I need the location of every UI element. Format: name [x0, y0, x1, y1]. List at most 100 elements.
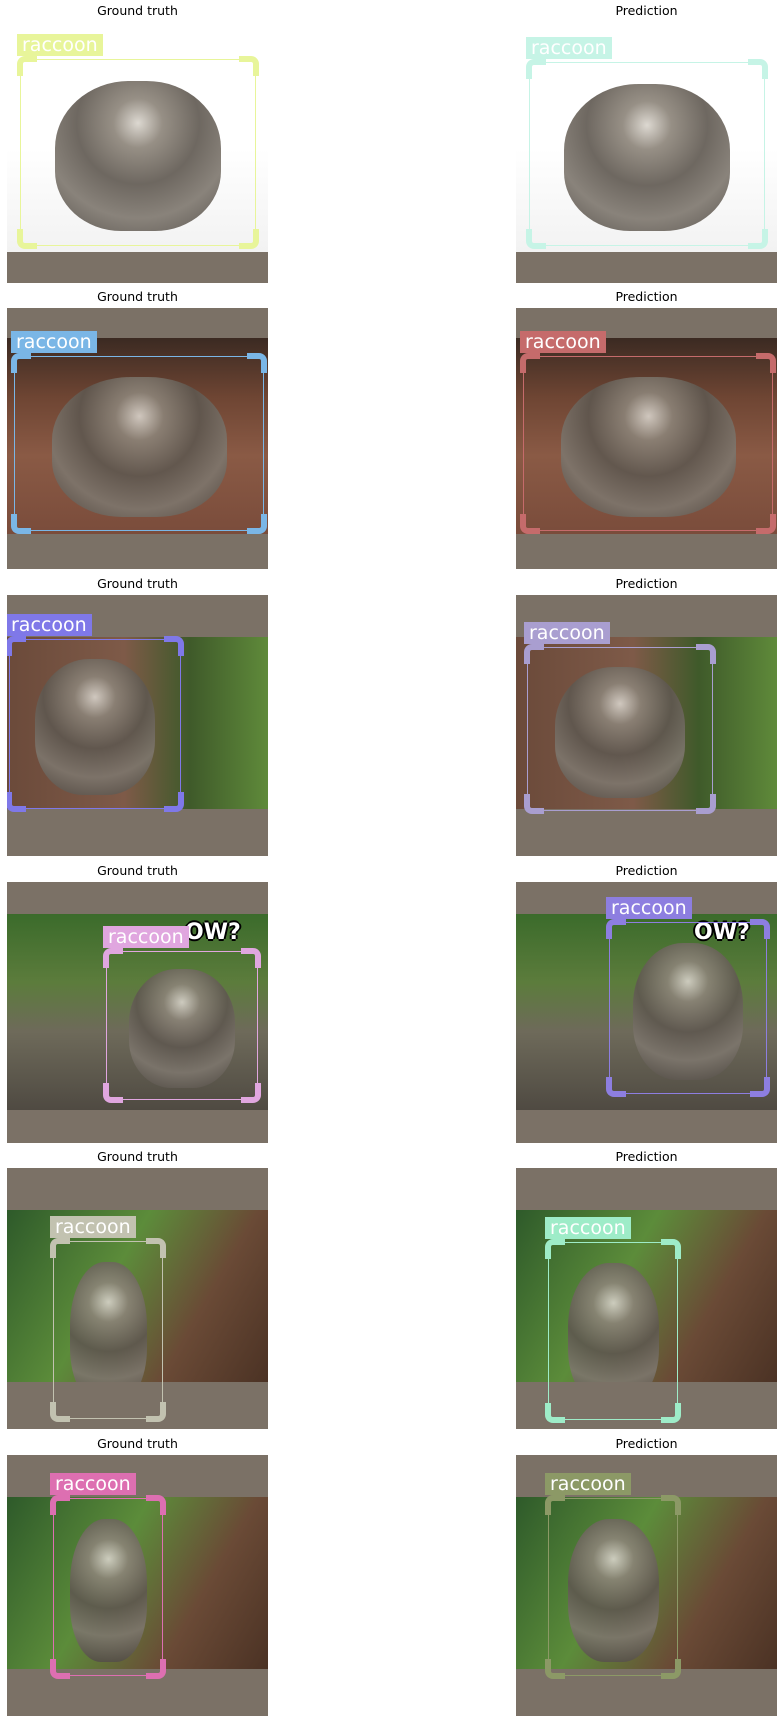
box-corner [247, 353, 267, 373]
prediction-panel-2: Prediction raccoon [516, 289, 777, 569]
box-corner [520, 514, 540, 534]
prediction-panel-5: Prediction raccoon [516, 1149, 777, 1429]
box-corner [164, 792, 184, 812]
bounding-box: raccoon [606, 897, 770, 1097]
box-corner [661, 1403, 681, 1423]
bounding-box: raccoon [526, 37, 768, 249]
ground-truth-panel-2: Ground truth raccoon [7, 289, 268, 569]
box-corner [524, 794, 544, 814]
image-canvas: raccoon [7, 1455, 268, 1716]
box-corner [164, 636, 184, 656]
bounding-box: raccoon [545, 1473, 681, 1679]
box-corner [11, 353, 31, 373]
class-label: raccoon [545, 1473, 631, 1495]
class-label: raccoon [545, 1217, 631, 1239]
box-corner [50, 1495, 70, 1515]
bounding-box: raccoon [11, 331, 267, 534]
box-corner [696, 794, 716, 814]
prediction-panel-3: Prediction raccoon [516, 576, 777, 856]
box-corner [661, 1495, 681, 1515]
image-canvas: OW? raccoon [516, 882, 777, 1143]
box-corner [247, 514, 267, 534]
class-label: raccoon [50, 1473, 136, 1495]
box-corner [756, 514, 776, 534]
box-corner [17, 56, 37, 76]
class-label: raccoon [103, 926, 189, 948]
class-label: raccoon [526, 37, 612, 59]
bounding-box: raccoon [50, 1216, 166, 1422]
ground-truth-panel-1: Ground truth raccoon [7, 3, 268, 283]
ground-truth-title: Ground truth [97, 1436, 178, 1451]
box-corner [545, 1239, 565, 1259]
prediction-title: Prediction [615, 576, 678, 591]
prediction-title: Prediction [615, 1149, 678, 1164]
box-corner [606, 919, 626, 939]
image-canvas: raccoon [516, 308, 777, 569]
meme-caption: OW? [185, 920, 241, 945]
image-canvas: raccoon [7, 595, 268, 856]
prediction-title: Prediction [615, 289, 678, 304]
ground-truth-title: Ground truth [97, 863, 178, 878]
ground-truth-panel-5: Ground truth raccoon [7, 1149, 268, 1429]
ground-truth-panel-3: Ground truth raccoon [7, 576, 268, 856]
box-corner [239, 56, 259, 76]
box-corner [146, 1238, 166, 1258]
ground-truth-panel-4: Ground truth OW? raccoon [7, 863, 268, 1143]
box-corner [545, 1495, 565, 1515]
box-corner [520, 353, 540, 373]
class-label: raccoon [524, 622, 610, 644]
box-corner [146, 1495, 166, 1515]
image-canvas: raccoon [7, 308, 268, 569]
class-label: raccoon [17, 34, 103, 56]
bounding-box: raccoon [50, 1473, 166, 1679]
box-corner [750, 919, 770, 939]
image-canvas: raccoon [7, 1168, 268, 1429]
box-corner [146, 1402, 166, 1422]
box-corner [17, 229, 37, 249]
image-canvas: raccoon [7, 22, 268, 283]
box-corner [748, 59, 768, 79]
prediction-panel-4: Prediction OW? raccoon [516, 863, 777, 1143]
box-corner [50, 1238, 70, 1258]
bounding-box: raccoon [545, 1217, 681, 1423]
image-canvas: raccoon [516, 22, 777, 283]
box-corner [241, 948, 261, 968]
bounding-box: raccoon [103, 926, 261, 1103]
box-corner [606, 1077, 626, 1097]
box-corner [50, 1659, 70, 1679]
box-corner [661, 1239, 681, 1259]
image-canvas: raccoon [516, 595, 777, 856]
prediction-panel-1: Prediction raccoon [516, 3, 777, 283]
box-corner [11, 514, 31, 534]
class-label: raccoon [11, 331, 97, 353]
prediction-title: Prediction [615, 863, 678, 878]
box-corner [7, 792, 26, 812]
box-corner [103, 948, 123, 968]
box-corner [524, 644, 544, 664]
class-label: raccoon [520, 331, 606, 353]
box-corner [696, 644, 716, 664]
box-corner [146, 1659, 166, 1679]
box-corner [545, 1403, 565, 1423]
box-corner [526, 229, 546, 249]
box-corner [748, 229, 768, 249]
box-corner [7, 636, 26, 656]
prediction-panel-6: Prediction raccoon [516, 1436, 777, 1716]
bounding-box: raccoon [17, 34, 259, 249]
box-corner [756, 353, 776, 373]
box-corner [545, 1659, 565, 1679]
box-corner [750, 1077, 770, 1097]
image-canvas: raccoon [516, 1455, 777, 1716]
class-label: raccoon [50, 1216, 136, 1238]
box-corner [526, 59, 546, 79]
prediction-title: Prediction [615, 1436, 678, 1451]
class-label: raccoon [7, 614, 92, 636]
ground-truth-title: Ground truth [97, 3, 178, 18]
box-corner [103, 1083, 123, 1103]
bounding-box: raccoon [7, 614, 184, 812]
image-canvas: OW? raccoon [7, 882, 268, 1143]
ground-truth-title: Ground truth [97, 576, 178, 591]
bounding-box: raccoon [520, 331, 776, 534]
box-corner [239, 229, 259, 249]
box-corner [661, 1659, 681, 1679]
